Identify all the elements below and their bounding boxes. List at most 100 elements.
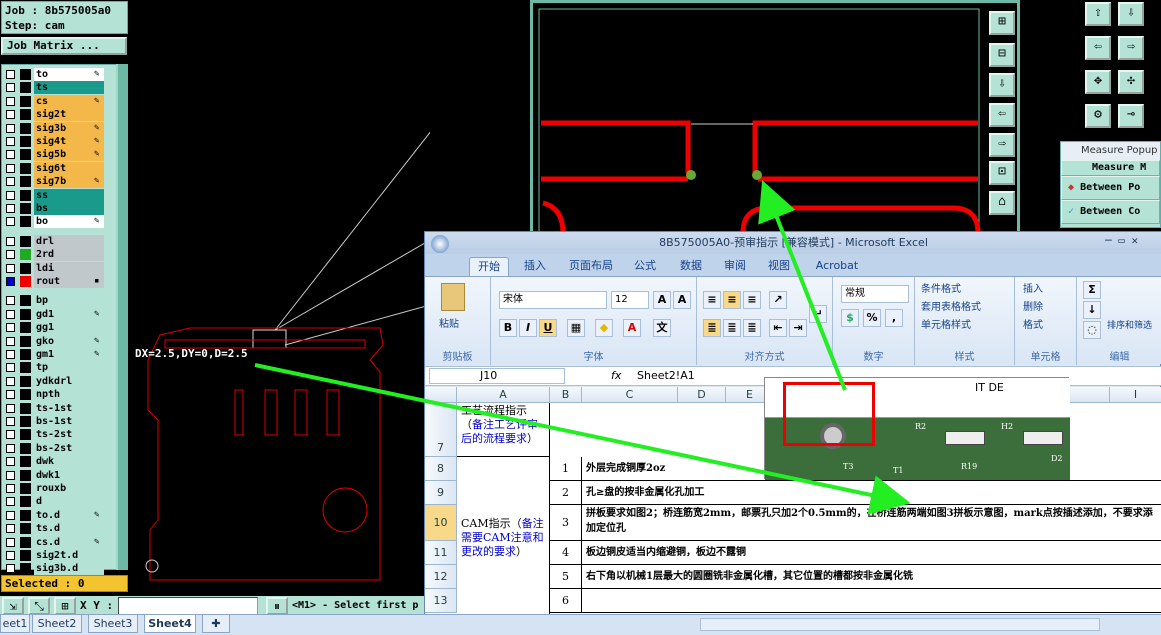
clear-icon[interactable]: ◌ [1083, 321, 1101, 339]
tab-review[interactable]: 审阅 [717, 257, 753, 276]
layer-row[interactable]: ts-2st [2, 428, 117, 442]
sheet-tab[interactable]: Sheet2 [32, 615, 82, 633]
border-icon[interactable]: ▦ [567, 319, 585, 337]
home-icon[interactable]: ⌂ [989, 191, 1015, 215]
layer-color-swatch[interactable] [20, 216, 31, 228]
layer-checkbox[interactable] [6, 430, 15, 440]
layer-color-swatch[interactable] [20, 109, 31, 121]
layer-checkbox[interactable] [6, 551, 15, 560]
align-left-icon[interactable]: ≣ [703, 319, 721, 337]
column-header[interactable]: C [582, 387, 678, 403]
italic-icon[interactable]: I [519, 319, 537, 337]
layer-color-swatch[interactable] [20, 249, 31, 261]
layer-checkbox[interactable] [6, 277, 15, 286]
layer-checkbox[interactable] [6, 123, 15, 133]
layer-color-swatch[interactable] [20, 523, 31, 535]
layer-color-swatch[interactable] [20, 276, 31, 287]
pan-left-icon[interactable]: ⇦ [989, 103, 1015, 127]
layer-color-swatch[interactable] [20, 176, 31, 188]
layer-checkbox[interactable] [6, 524, 15, 534]
cell-style-button[interactable]: 单元格样式 [921, 317, 971, 335]
job-matrix-button[interactable]: Job Matrix ... [1, 37, 127, 55]
arrow-down-icon[interactable]: ⇩ [1118, 2, 1144, 26]
layer-color-swatch[interactable] [20, 496, 31, 508]
layer-checkbox[interactable] [6, 250, 15, 260]
layer-checkbox[interactable] [6, 443, 15, 453]
embedded-picture[interactable]: IT DE R2 H2 T3 R19 D2 T1 [764, 377, 1070, 480]
item-text-cell[interactable]: 右下角以机械1层最大的圆圈铣非金属化槽，其它位置的槽都按非金属化铣 [582, 565, 1161, 589]
column-header[interactable]: B [550, 387, 582, 403]
layer-row[interactable]: drl [2, 234, 117, 248]
layer-checkbox[interactable] [6, 296, 15, 306]
arrow-right-icon[interactable]: ⇨ [1118, 36, 1144, 60]
layer-checkbox[interactable] [6, 110, 15, 120]
layer-checkbox[interactable] [6, 390, 15, 400]
layer-row[interactable]: rouxb [2, 482, 117, 495]
layer-color-swatch[interactable] [20, 149, 31, 161]
shrink-font-icon[interactable]: A [673, 291, 691, 309]
layer-checkbox[interactable] [6, 484, 15, 493]
layer-color-swatch[interactable] [20, 189, 31, 201]
layer-checkbox[interactable] [6, 457, 15, 467]
fill-icon[interactable]: ↓ [1083, 301, 1101, 319]
table-format-button[interactable]: 套用表格格式 [921, 299, 981, 317]
layer-checkbox[interactable] [6, 336, 15, 346]
layer-color-swatch[interactable] [20, 262, 31, 274]
conditional-format-button[interactable]: 条件格式 [921, 281, 961, 299]
settings-icon[interactable]: ⚙ [1085, 104, 1111, 128]
fill-color-icon[interactable]: ◆ [595, 319, 613, 337]
layer-color-swatch[interactable] [20, 563, 31, 575]
zoom-tool-icon[interactable]: ⇲ [2, 597, 24, 615]
align-bottom-icon[interactable]: ≡ [743, 291, 761, 309]
autosum-icon[interactable]: Σ [1083, 281, 1101, 299]
layer-row[interactable]: sig5b ✎ [2, 148, 117, 162]
layer-row[interactable]: gm1 ✎ [2, 348, 117, 361]
sheet-tab[interactable]: Sheet3 [88, 615, 138, 633]
sheet-tab[interactable]: Sheet4 [144, 615, 196, 633]
layer-row[interactable]: to.d ✎ [2, 508, 117, 522]
layer-checkbox[interactable] [6, 177, 15, 187]
layer-row[interactable]: bs [2, 202, 117, 215]
layer-row[interactable]: sig3b ✎ [2, 121, 117, 135]
layer-row[interactable]: sig2t [2, 108, 117, 122]
fx-icon[interactable]: fx [611, 369, 621, 382]
layer-checkbox[interactable] [6, 470, 15, 480]
layer-row[interactable]: gko ✎ [2, 334, 117, 348]
layer-checkbox[interactable] [6, 417, 15, 426]
layer-color-swatch[interactable] [20, 442, 31, 454]
currency-icon[interactable]: $ [841, 309, 859, 327]
column-header[interactable]: D [678, 387, 726, 403]
layer-color-swatch[interactable] [20, 162, 31, 174]
layer-color-swatch[interactable] [20, 235, 31, 247]
layer-checkbox[interactable] [6, 376, 15, 386]
insert-cells-button[interactable]: 插入 [1023, 281, 1043, 299]
pan-right-icon[interactable]: ⇨ [989, 133, 1015, 157]
layer-row[interactable]: tp [2, 361, 117, 375]
layer-color-swatch[interactable] [20, 429, 31, 441]
layer-row[interactable]: bs-2st [2, 441, 117, 455]
layer-row[interactable]: 2rd [2, 248, 117, 262]
zoom-view-window[interactable]: ⊞ ⊟ ⇩ ⇦ ⇨ ⊡ ⌂ [530, 0, 1020, 260]
layer-checkbox[interactable] [6, 217, 15, 227]
layer-checkbox[interactable] [6, 363, 15, 373]
office-button-icon[interactable] [431, 235, 449, 253]
layer-checkbox[interactable] [6, 96, 15, 106]
horizontal-scrollbar[interactable] [700, 618, 1100, 631]
layer-checkbox[interactable] [6, 497, 15, 507]
tab-data[interactable]: 数据 [673, 257, 709, 276]
increase-indent-icon[interactable]: ⇥ [789, 319, 807, 337]
item-text-cell[interactable]: 孔≥盘的按非金属化孔加工 [582, 481, 1161, 505]
snap-tool-icon[interactable]: ⤡ [28, 597, 50, 615]
measure-between-centers[interactable]: ✓ Between Co [1061, 200, 1160, 224]
layer-color-swatch[interactable] [20, 550, 31, 561]
worksheet-grid[interactable]: 7 工艺流程指示（备注工艺评审后的流程要求） CAM指示（备注需要CAM注意和更… [425, 377, 1161, 615]
phonetic-icon[interactable]: 文 [653, 319, 671, 337]
paste-icon[interactable] [441, 283, 465, 311]
layer-color-swatch[interactable] [20, 295, 31, 307]
row-header[interactable]: 11 [425, 541, 457, 565]
layer-checkbox[interactable] [6, 309, 15, 319]
row-header[interactable]: 7 [425, 403, 457, 457]
layer-color-swatch[interactable] [20, 509, 31, 521]
grid-tool-icon[interactable]: ⊞ [54, 597, 76, 615]
layer-row[interactable]: ldi [2, 261, 117, 275]
